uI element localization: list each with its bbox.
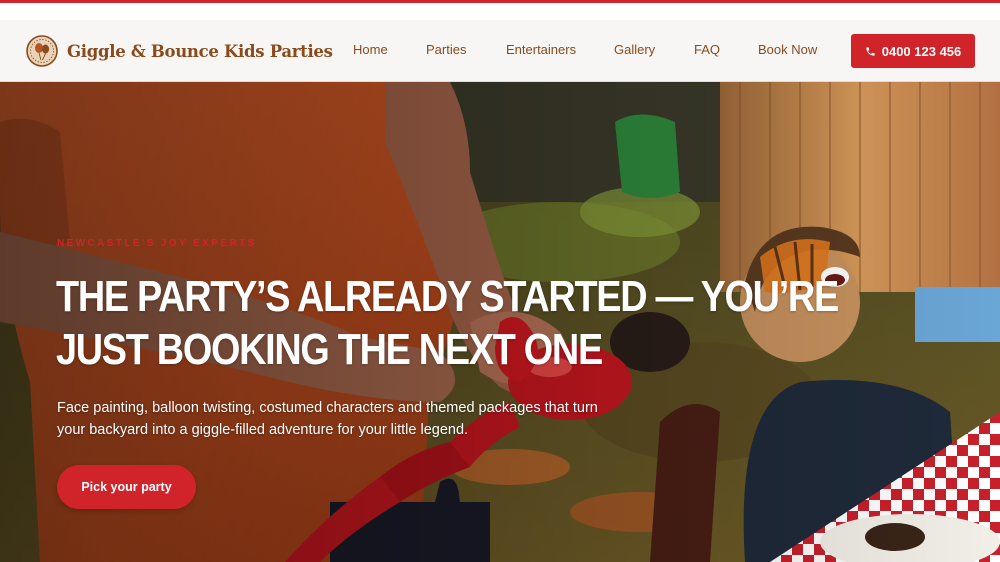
nav-home[interactable]: Home <box>353 42 388 57</box>
top-accent-bar <box>0 0 1000 3</box>
phone-icon <box>866 46 875 56</box>
nav-parties[interactable]: Parties <box>426 42 466 57</box>
brand-logo[interactable]: Giggle & Bounce Kids Parties <box>26 35 333 67</box>
nav-faq[interactable]: FAQ <box>694 42 720 57</box>
site-header: Giggle & Bounce Kids Parties Home Partie… <box>0 20 1000 82</box>
hero-section: NEWCASTLE'S JOY EXPERTS The party’s alre… <box>0 82 1000 562</box>
hero-eyebrow: NEWCASTLE'S JOY EXPERTS <box>57 238 257 249</box>
nav-book-now[interactable]: Book Now <box>758 42 817 57</box>
brand-name: Giggle & Bounce Kids Parties <box>67 41 333 61</box>
call-button-label: 0400 123 456 <box>881 43 962 59</box>
hero-subtext-line-1: Face painting, balloon twisting, costume… <box>57 400 598 416</box>
hero-headline: The party’s already started — you’re jus… <box>56 270 839 376</box>
nav-gallery[interactable]: Gallery <box>614 42 655 57</box>
nav-entertainers[interactable]: Entertainers <box>506 42 576 57</box>
hero-subtext-line-2: your backyard into a giggle-filled adven… <box>57 422 469 438</box>
call-button[interactable]: 0400 123 456 <box>851 34 975 68</box>
hero-headline-line-1: The party’s already started — you’re <box>56 272 839 321</box>
pick-your-party-button[interactable]: Pick your party <box>57 465 196 509</box>
balloon-badge-icon <box>26 35 58 67</box>
hero-subtext: Face painting, balloon twisting, costume… <box>57 397 657 441</box>
hero-headline-line-2: just booking the next one <box>56 325 603 374</box>
